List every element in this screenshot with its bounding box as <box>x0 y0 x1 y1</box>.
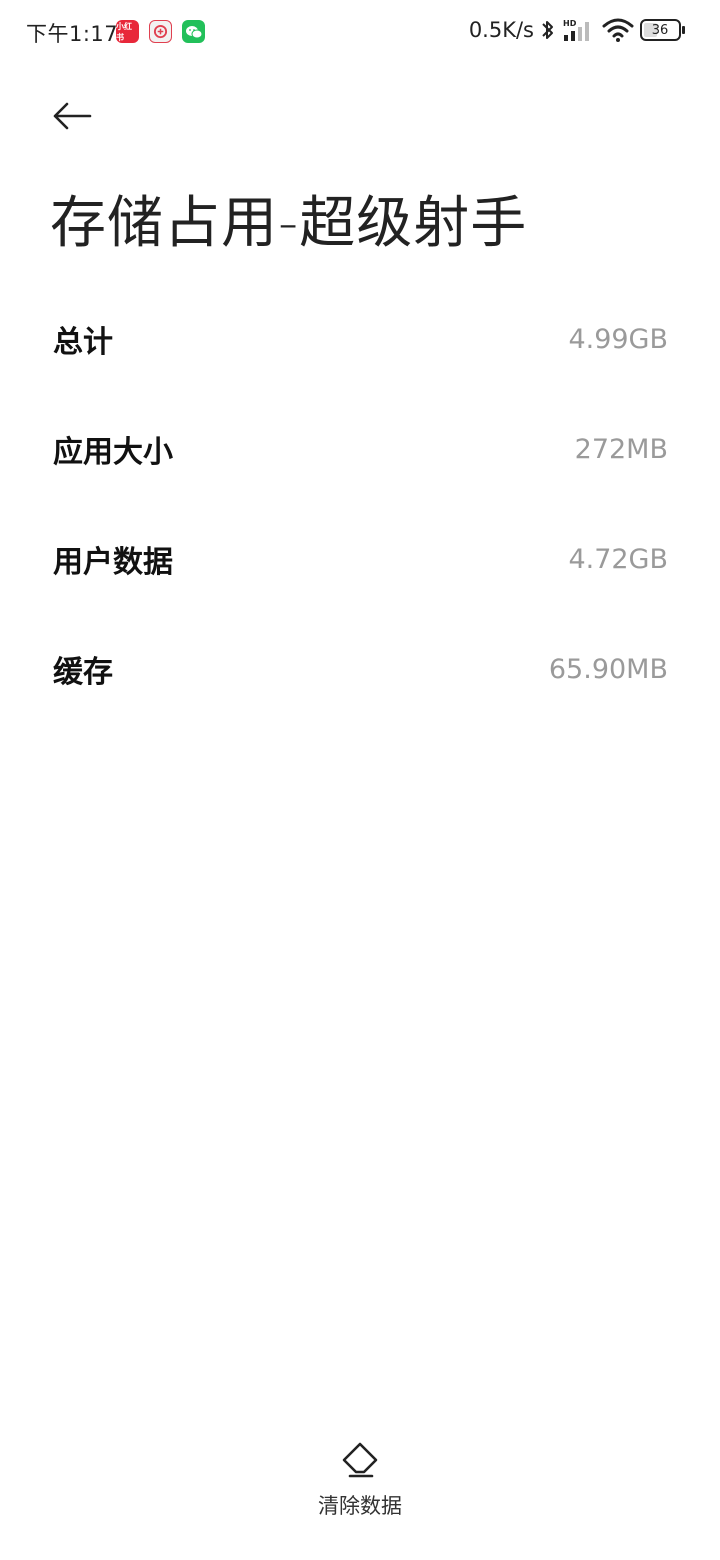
notification-icons: 小红书 <box>116 20 205 43</box>
signal-hd-label: HD <box>563 19 577 28</box>
clear-data-button[interactable]: 清除数据 <box>300 1440 420 1530</box>
row-value: 4.99GB <box>568 323 668 355</box>
row-label: 总计 <box>53 325 113 360</box>
row-value: 65.90MB <box>548 653 668 685</box>
clear-data-label: 清除数据 <box>318 1494 402 1518</box>
status-time: 下午1:17 <box>26 22 119 46</box>
storage-row-cache: 缓存 65.90MB <box>0 614 720 724</box>
eraser-icon <box>342 1442 378 1478</box>
battery-icon: 36 <box>640 19 686 41</box>
arrow-left-icon <box>53 102 92 130</box>
row-value: 272MB <box>574 433 668 465</box>
back-button[interactable] <box>44 92 100 140</box>
storage-list: 总计 4.99GB 应用大小 272MB 用户数据 4.72GB 缓存 65.9… <box>0 284 720 724</box>
status-bar: 下午1:17 小红书 0.5K/s HD 36 <box>0 0 720 64</box>
storage-row-total: 总计 4.99GB <box>0 284 720 394</box>
storage-row-user-data: 用户数据 4.72GB <box>0 504 720 614</box>
page-title: 存储占用-超级射手 <box>50 191 528 256</box>
xiaohongshu-label: 小红书 <box>116 21 132 42</box>
network-speed: 0.5K/s <box>468 18 534 42</box>
row-label: 应用大小 <box>53 435 173 470</box>
cellular-signal-icon: HD <box>562 17 596 43</box>
app-badge-icon <box>149 20 172 43</box>
xiaohongshu-icon: 小红书 <box>116 20 139 43</box>
battery-level: 36 <box>651 22 669 38</box>
wifi-icon <box>602 17 634 43</box>
bluetooth-icon <box>540 17 556 43</box>
row-value: 4.72GB <box>568 543 668 575</box>
storage-row-app-size: 应用大小 272MB <box>0 394 720 504</box>
row-label: 用户数据 <box>53 545 173 580</box>
row-label: 缓存 <box>53 655 113 690</box>
wechat-icon <box>182 20 205 43</box>
status-right: 0.5K/s HD 36 <box>469 17 686 43</box>
